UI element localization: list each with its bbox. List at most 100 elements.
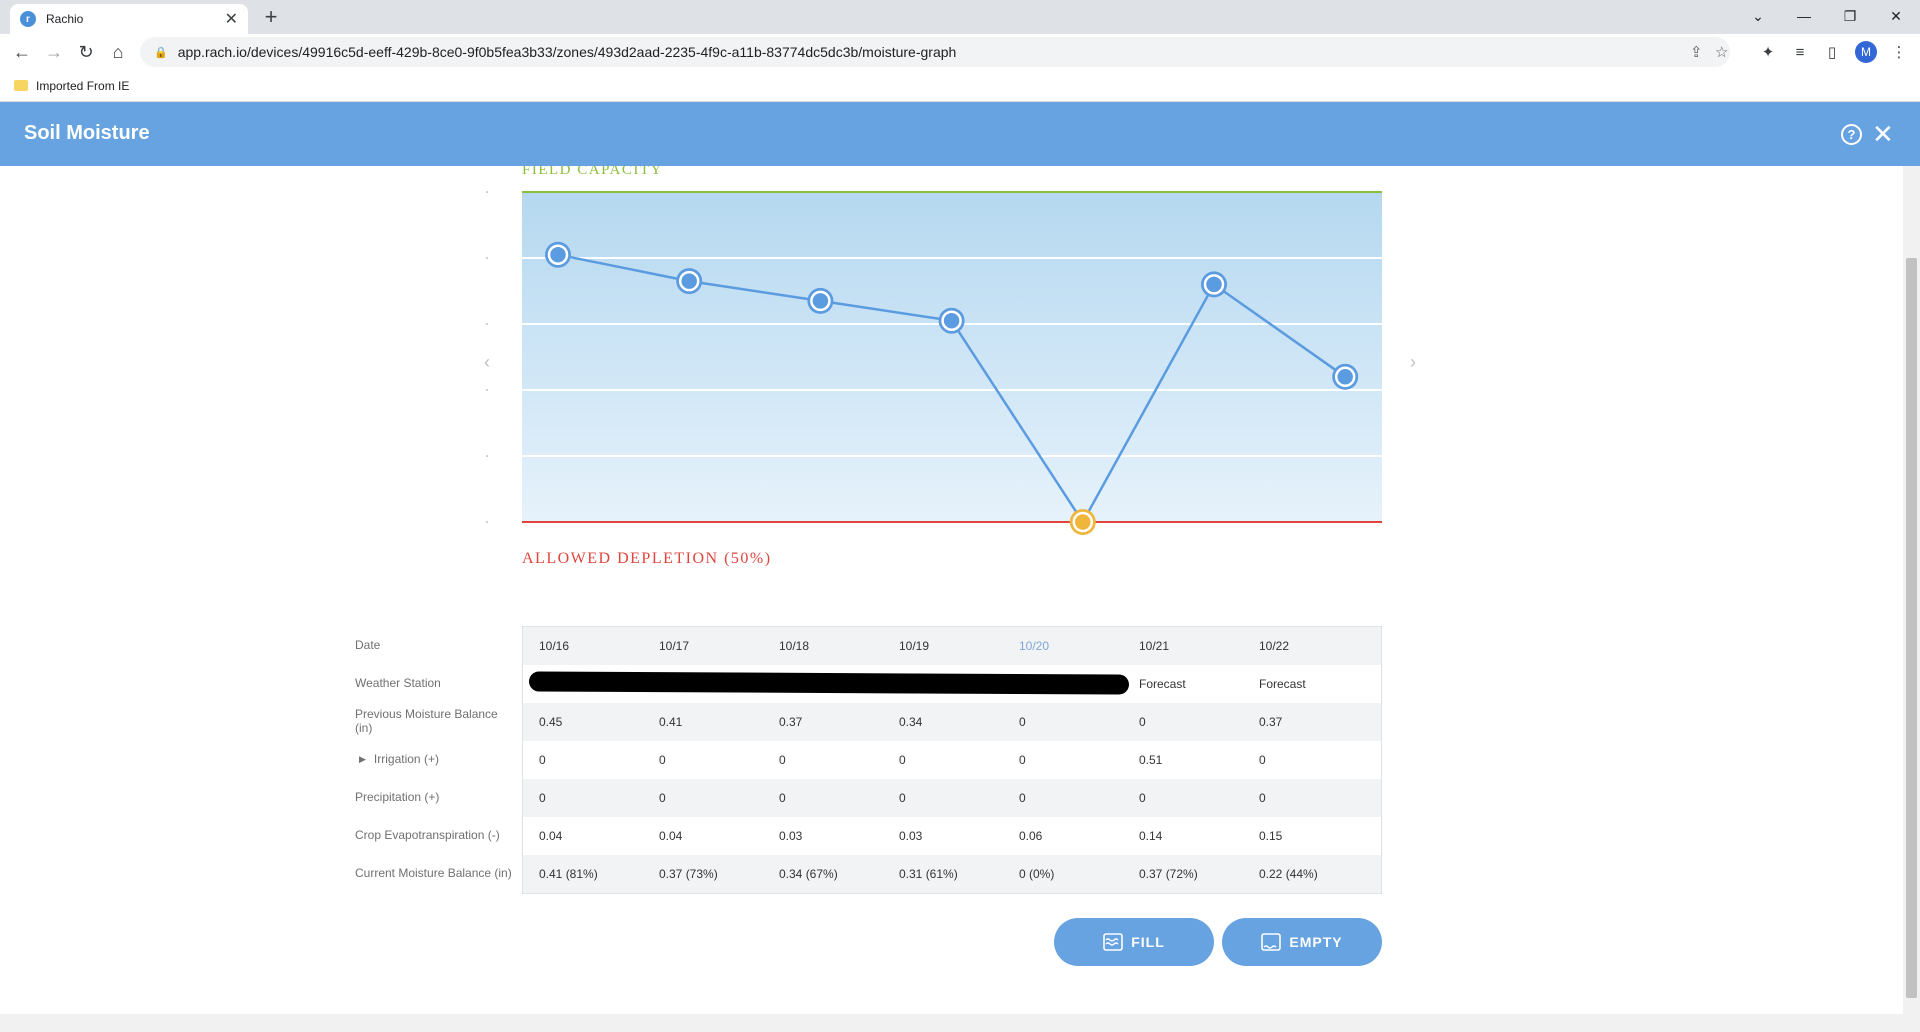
table-cell: 0	[539, 791, 546, 805]
bookmarks-bar: Imported From IE	[0, 70, 1920, 102]
table-cell: Forecast	[1259, 677, 1306, 691]
reload-icon[interactable]: ↻	[72, 38, 100, 66]
browser-menu-icon[interactable]: ⋮	[1885, 38, 1913, 66]
date-cell: 10/16	[539, 639, 570, 653]
table-cell: 0.41	[659, 715, 683, 729]
restore-button[interactable]: ❐	[1827, 0, 1873, 32]
date-cell: 10/21	[1139, 639, 1170, 653]
help-icon[interactable]: ?	[1841, 124, 1862, 145]
table-cell: 0 (0%)	[1019, 867, 1055, 881]
row-label-date: Date	[355, 638, 381, 652]
browser-toolbar: ← → ↻ ⌂ 🔒 app.rach.io/devices/49916c5d-e…	[0, 34, 1920, 70]
fill-icon	[1103, 933, 1124, 951]
minimize-button[interactable]: —	[1781, 0, 1827, 32]
home-icon[interactable]: ⌂	[104, 38, 132, 66]
table-cell: 0.03	[779, 829, 803, 843]
table-cell: 0	[899, 791, 906, 805]
app-header: Soil Moisture ? ✕	[0, 102, 1920, 166]
tab-search-icon[interactable]: ⌄	[1735, 0, 1781, 32]
table-cell: 0.04	[659, 829, 683, 843]
table-row: Forecast Forecast	[523, 665, 1381, 703]
data-point-ring	[810, 290, 831, 312]
table-row-labels: Date Weather Station Previous Moisture B…	[355, 626, 515, 892]
row-label-current-moisture: Current Moisture Balance (in)	[355, 866, 512, 880]
browser-tab[interactable]: r Rachio ✕	[10, 4, 248, 34]
lock-icon: 🔒	[154, 46, 168, 59]
main-content: FIELD CAPACITY ALLOWED DEPLETION (50%) ‹…	[0, 166, 1903, 1014]
table-cell: 0.37 (73%)	[659, 867, 718, 881]
table-row: 0.45 0.41 0.37 0.34 0 0 0.37	[523, 703, 1381, 741]
data-point-ring	[1334, 366, 1356, 388]
table-cell: 0.37 (72%)	[1139, 867, 1198, 881]
table-cell: 0.15	[1259, 829, 1283, 843]
moisture-data-table: 10/16 10/17 10/18 10/19 10/20 10/21 10/22 Forec…	[522, 626, 1382, 894]
allowed-depletion-label: ALLOWED DEPLETION (50%)	[522, 550, 772, 567]
window-close-button[interactable]: ✕	[1873, 0, 1919, 32]
page-title: Soil Moisture	[24, 122, 150, 144]
table-cell: Forecast	[1139, 677, 1186, 691]
back-arrow-icon[interactable]: ←	[8, 38, 36, 66]
share-icon[interactable]: ⇪	[1690, 37, 1703, 67]
table-cell: 0.45	[539, 715, 563, 729]
table-cell: 0	[659, 753, 666, 767]
table-cell: 0	[1139, 791, 1146, 805]
table-cell: 0.37	[1259, 715, 1283, 729]
browser-tabstrip: r Rachio ✕ + ⌄ — ❐ ✕	[0, 0, 1920, 34]
y-tick-dot	[486, 389, 488, 391]
table-row: 0.04 0.04 0.03 0.03 0.06 0.14 0.15	[523, 817, 1381, 855]
row-label-weather-station: Weather Station	[355, 676, 441, 690]
empty-button[interactable]: EMPTY	[1222, 918, 1382, 966]
address-bar[interactable]: 🔒 app.rach.io/devices/49916c5d-eeff-429b…	[140, 37, 1730, 67]
table-cell: 0.37	[779, 715, 803, 729]
horizontal-scrollbar[interactable]	[0, 1014, 1920, 1032]
moisture-chart: FIELD CAPACITY ALLOWED DEPLETION (50%) ‹…	[484, 166, 1416, 567]
tab-close-icon[interactable]: ✕	[225, 9, 238, 29]
side-panel-icon[interactable]: ▯	[1818, 38, 1846, 66]
bookmark-imported-from-ie[interactable]: Imported From IE	[36, 79, 129, 93]
data-point-ring	[1072, 511, 1094, 533]
redacted-weather-station	[528, 671, 1130, 695]
media-queue-icon[interactable]: ≡	[1786, 38, 1814, 66]
table-cell: 0.41 (81%)	[539, 867, 598, 881]
table-cell: 0.06	[1019, 829, 1043, 843]
new-tab-button[interactable]: +	[258, 4, 284, 30]
table-cell: 0.34	[899, 715, 923, 729]
close-icon[interactable]: ✕	[1872, 119, 1894, 149]
data-point-ring	[941, 310, 962, 331]
empty-icon	[1261, 933, 1282, 951]
table-cell: 0	[1259, 791, 1266, 805]
table-cell: 0	[1019, 715, 1026, 729]
url-text: app.rach.io/devices/49916c5d-eeff-429b-8…	[177, 44, 957, 60]
data-point-ring	[547, 244, 569, 265]
date-cell: 10/18	[779, 639, 810, 653]
vertical-scrollbar[interactable]	[1903, 166, 1920, 1014]
table-cell: 0	[1019, 791, 1026, 805]
date-cell: 10/19	[899, 639, 930, 653]
data-point-ring	[1203, 274, 1225, 295]
table-row: 0 0 0 0 0 0.51 0	[523, 741, 1381, 779]
profile-avatar[interactable]: M	[1855, 41, 1877, 63]
expand-caret-icon[interactable]: ▶	[359, 754, 366, 765]
forward-arrow-icon[interactable]: →	[40, 38, 68, 66]
rachio-favicon-icon: r	[20, 11, 36, 27]
fill-button-label: FILL	[1131, 934, 1165, 950]
y-tick-dot	[486, 191, 488, 193]
extensions-icon[interactable]: ✦	[1754, 38, 1782, 66]
table-cell: 0	[539, 753, 546, 767]
table-cell: 0.34 (67%)	[779, 867, 838, 881]
chart-plot-area	[522, 192, 1382, 522]
date-cell[interactable]: 10/20	[1003, 627, 1123, 665]
table-cell: 0	[1019, 753, 1026, 767]
table-cell: 0.14	[1139, 829, 1163, 843]
row-label-precipitation: Precipitation (+)	[355, 790, 440, 804]
table-cell: 0	[779, 753, 786, 767]
y-tick-dot	[486, 257, 488, 259]
chart-next-arrow-icon[interactable]: ›	[1410, 352, 1416, 372]
fill-button[interactable]: FILL	[1054, 918, 1214, 966]
bookmark-star-icon[interactable]: ☆	[1715, 37, 1728, 67]
row-label-irrigation[interactable]: ▶ Irrigation (+)	[355, 740, 515, 778]
scrollbar-thumb[interactable]	[1906, 258, 1917, 998]
table-cell: 0	[1259, 753, 1266, 767]
chart-prev-arrow-icon[interactable]: ‹	[484, 352, 490, 372]
field-capacity-label: FIELD CAPACITY	[522, 166, 663, 178]
